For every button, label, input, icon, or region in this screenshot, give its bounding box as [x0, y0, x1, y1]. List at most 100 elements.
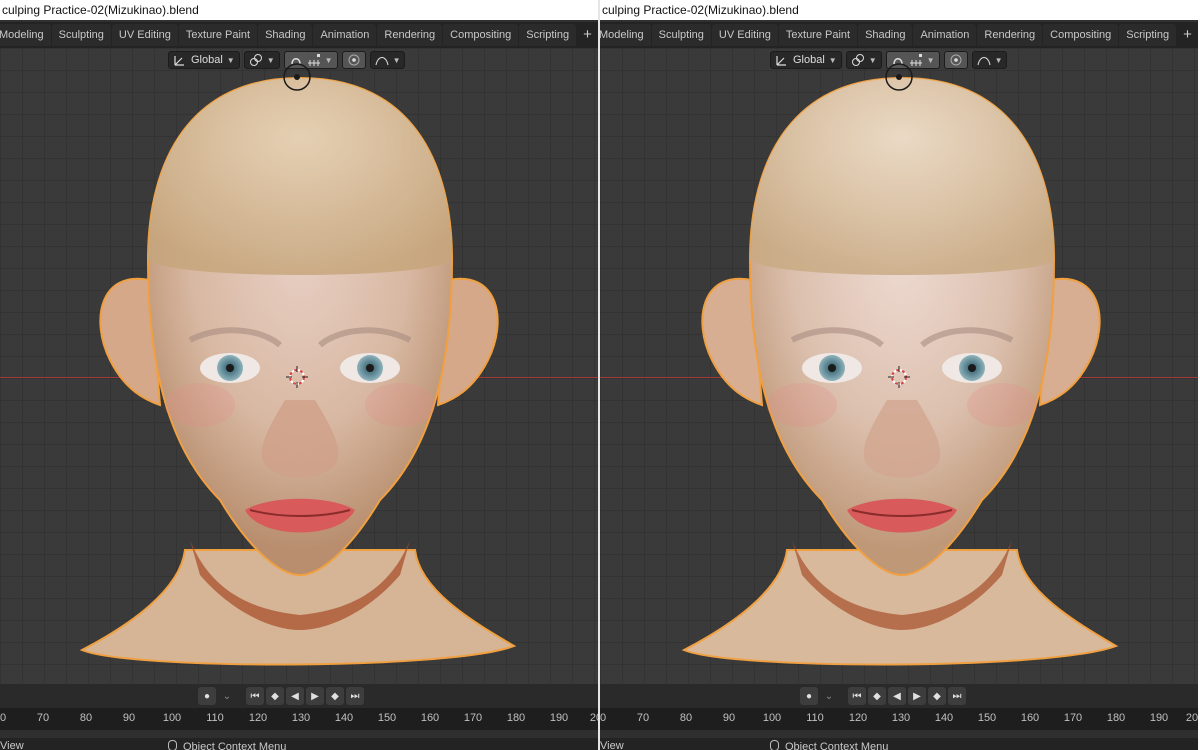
tab-uv-editing[interactable]: UV Editing: [111, 24, 178, 46]
orientation-label: Global: [793, 54, 825, 66]
timeline-editor: ● ⌄ ⏮ ◆ ◀ ▶ ◆ ⏭ 60 70 80 90 100 110 120 …: [600, 684, 1198, 750]
frame-tick: 70: [636, 712, 650, 724]
frame-tick: 140: [334, 712, 354, 724]
play-button[interactable]: ▶: [908, 687, 926, 705]
play-reverse-button[interactable]: ◀: [286, 687, 304, 705]
status-view-label: View: [600, 740, 624, 750]
play-button[interactable]: ▶: [306, 687, 324, 705]
pivot-point-dropdown[interactable]: ▼: [243, 51, 280, 69]
jump-to-start-button[interactable]: ⏮: [246, 687, 264, 705]
tab-sculpting[interactable]: Sculpting: [651, 24, 711, 46]
tab-rendering[interactable]: Rendering: [377, 24, 443, 46]
tab-animation[interactable]: Animation: [913, 24, 977, 46]
next-keyframe-button[interactable]: ◆: [928, 687, 946, 705]
transform-orientation-dropdown[interactable]: Global ▼: [770, 51, 842, 69]
frame-tick: 80: [79, 712, 93, 724]
frame-tick: 80: [679, 712, 693, 724]
tab-compositing[interactable]: Compositing: [1043, 24, 1119, 46]
tab-animation[interactable]: Animation: [313, 24, 377, 46]
3d-cursor-icon[interactable]: [888, 366, 910, 388]
jump-to-end-button[interactable]: ⏭: [346, 687, 364, 705]
3d-viewport[interactable]: Global ▼ ▼ ▼ ▼: [0, 48, 598, 684]
frame-ruler[interactable]: 60 70 80 90 100 110 120 130 140 150 160 …: [0, 708, 598, 730]
add-workspace-button[interactable]: +: [577, 24, 598, 46]
add-workspace-button[interactable]: +: [1177, 24, 1198, 46]
status-bar: View Object Context Menu: [0, 738, 598, 750]
chevron-down-icon: ▼: [868, 55, 877, 65]
tab-texture-paint[interactable]: Texture Paint: [778, 24, 858, 46]
proportional-editing-icon: [949, 53, 963, 67]
tab-shading[interactable]: Shading: [258, 24, 313, 46]
tab-sculpting[interactable]: Sculpting: [51, 24, 111, 46]
tab-scripting[interactable]: Scripting: [519, 24, 577, 46]
chevron-down-icon: ▼: [266, 55, 275, 65]
chevron-down-icon[interactable]: ⌄: [820, 687, 838, 705]
falloff-dropdown[interactable]: ▼: [971, 51, 1008, 69]
frame-tick: 60: [0, 712, 7, 724]
next-keyframe-button[interactable]: ◆: [326, 687, 344, 705]
frame-tick: 60: [600, 712, 607, 724]
play-reverse-button[interactable]: ◀: [888, 687, 906, 705]
frame-tick: 160: [1020, 712, 1040, 724]
chevron-down-icon[interactable]: ⌄: [218, 687, 236, 705]
3d-viewport[interactable]: Global ▼ ▼ ▼ ▼: [600, 48, 1198, 684]
window-title: culping Practice-02(Mizukinao).blend: [600, 0, 1198, 20]
left-blender-window: culping Practice-02(Mizukinao).blend Mod…: [0, 0, 598, 750]
timeline-track[interactable]: [0, 730, 598, 738]
pivot-point-dropdown[interactable]: ▼: [845, 51, 882, 69]
transform-orientation-icon: [775, 53, 789, 67]
frame-ruler[interactable]: 60 70 80 90 100 110 120 130 140 150 160 …: [600, 708, 1198, 730]
prev-keyframe-button[interactable]: ◆: [266, 687, 284, 705]
tab-shading[interactable]: Shading: [858, 24, 913, 46]
timeline-editor: ● ⌄ ⏮ ◆ ◀ ▶ ◆ ⏭ 60 70 80 90 100 110 120 …: [0, 684, 598, 750]
tab-scripting[interactable]: Scripting: [1119, 24, 1177, 46]
mouse-icon: [168, 740, 177, 750]
frame-tick: 130: [291, 712, 311, 724]
frame-tick: 150: [377, 712, 397, 724]
window-title: culping Practice-02(Mizukinao).blend: [0, 0, 598, 20]
status-bar: View Object Context Menu: [600, 738, 1198, 750]
prev-keyframe-button[interactable]: ◆: [868, 687, 886, 705]
app-window: culping Practice-02(Mizukinao).blend Mod…: [0, 0, 1200, 750]
proportional-editing-toggle[interactable]: [341, 51, 366, 69]
tab-modeling[interactable]: Modeling: [0, 24, 51, 46]
frame-tick: 100: [762, 712, 782, 724]
proportional-editing-toggle[interactable]: [943, 51, 968, 69]
chevron-down-icon: ▼: [392, 55, 401, 65]
tab-modeling[interactable]: Modeling: [600, 24, 651, 46]
chevron-down-icon: ▼: [226, 55, 235, 65]
3d-cursor-icon[interactable]: [286, 366, 308, 388]
frame-tick: 20: [1185, 712, 1198, 724]
falloff-dropdown[interactable]: ▼: [369, 51, 406, 69]
pivot-point-icon: [851, 53, 865, 67]
status-context-label: Object Context Menu: [785, 741, 889, 750]
tab-rendering[interactable]: Rendering: [977, 24, 1043, 46]
playback-controls: ● ⌄ ⏮ ◆ ◀ ▶ ◆ ⏭: [198, 686, 364, 706]
frame-tick: 180: [1106, 712, 1126, 724]
tab-compositing[interactable]: Compositing: [443, 24, 519, 46]
frame-tick: 160: [420, 712, 440, 724]
chevron-down-icon: ▼: [994, 55, 1003, 65]
transform-orientation-dropdown[interactable]: Global ▼: [168, 51, 240, 69]
frame-tick: 130: [891, 712, 911, 724]
frame-tick: 170: [463, 712, 483, 724]
frame-tick: 140: [934, 712, 954, 724]
record-button[interactable]: ●: [198, 687, 216, 705]
view-target-icon: [885, 63, 913, 91]
frame-tick: 190: [549, 712, 569, 724]
frame-tick: 110: [206, 712, 224, 724]
chevron-down-icon: ▼: [324, 55, 333, 65]
status-context-label: Object Context Menu: [183, 741, 287, 750]
timeline-track[interactable]: [600, 730, 1198, 738]
tab-texture-paint[interactable]: Texture Paint: [178, 24, 258, 46]
record-button[interactable]: ●: [800, 687, 818, 705]
frame-tick: 20: [589, 712, 598, 724]
jump-to-end-button[interactable]: ⏭: [948, 687, 966, 705]
playback-controls: ● ⌄ ⏮ ◆ ◀ ▶ ◆ ⏭: [800, 686, 966, 706]
orientation-label: Global: [191, 54, 223, 66]
jump-to-start-button[interactable]: ⏮: [848, 687, 866, 705]
tab-uv-editing[interactable]: UV Editing: [711, 24, 778, 46]
status-view-label: View: [0, 740, 24, 750]
frame-tick: 70: [36, 712, 50, 724]
chevron-down-icon: ▼: [828, 55, 837, 65]
